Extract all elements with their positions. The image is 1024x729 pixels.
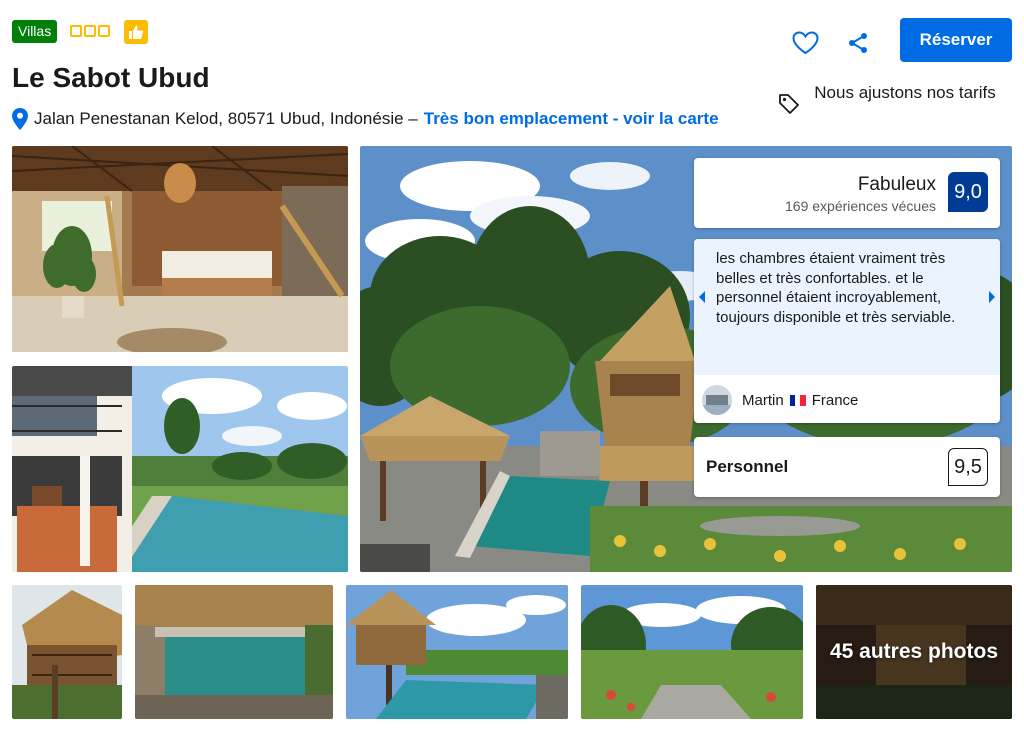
thumbs-up-icon[interactable] <box>124 20 148 44</box>
price-tag-icon <box>778 93 800 120</box>
france-flag-icon <box>789 394 806 406</box>
gallery-thumb-3[interactable] <box>346 585 568 719</box>
reserve-button[interactable]: Réserver <box>900 18 1012 62</box>
gallery-photo-pool-view[interactable] <box>12 366 348 572</box>
reviewer-name: Martin <box>742 391 784 409</box>
featured-review-card[interactable]: les chambres étaient vraiment très belle… <box>694 239 1000 423</box>
gallery-thumb-1[interactable] <box>12 585 122 719</box>
star-icon <box>70 25 82 37</box>
price-match-text[interactable]: Nous ajustons nos tarifs <box>812 80 998 105</box>
location-map-link[interactable]: Très bon emplacement - voir la carte <box>424 109 719 129</box>
star-icon <box>84 25 96 37</box>
category-score-badge: 9,5 <box>948 448 988 486</box>
gallery-photo-bedroom[interactable] <box>12 146 348 352</box>
rating-score-badge: 9,0 <box>948 172 988 212</box>
property-type-badge: Villas <box>12 20 58 43</box>
property-title: Le Sabot Ubud <box>12 62 210 93</box>
map-pin-icon <box>12 108 28 130</box>
gallery-thumb-4[interactable] <box>581 585 803 719</box>
share-icon[interactable] <box>845 29 871 57</box>
rating-card[interactable]: Fabuleux 169 expériences vécues 9,0 <box>694 158 1000 228</box>
more-photos-link[interactable]: 45 autres photos <box>816 585 1012 719</box>
chevron-right-icon[interactable] <box>984 283 1000 311</box>
reviewer-country: France <box>811 391 859 409</box>
address-text: Jalan Penestanan Kelod, 80571 Ubud, Indo… <box>34 109 418 128</box>
category-score-card: Personnel 9,5 <box>694 437 1000 497</box>
chevron-left-icon[interactable] <box>694 283 710 311</box>
rating-word: Fabuleux <box>857 174 936 195</box>
star-icon <box>98 25 110 37</box>
category-label: Personnel <box>706 457 789 476</box>
gallery-thumb-2[interactable] <box>135 585 333 719</box>
address-row: Jalan Penestanan Kelod, 80571 Ubud, Indo… <box>12 108 719 130</box>
review-count: 169 expériences vécues <box>785 198 936 214</box>
avatar <box>702 385 732 415</box>
review-quote: les chambres étaient vraiment très belle… <box>694 239 1000 375</box>
heart-icon[interactable] <box>791 29 819 57</box>
star-rating <box>70 25 110 37</box>
reviewer-info: Martin France <box>702 385 858 415</box>
